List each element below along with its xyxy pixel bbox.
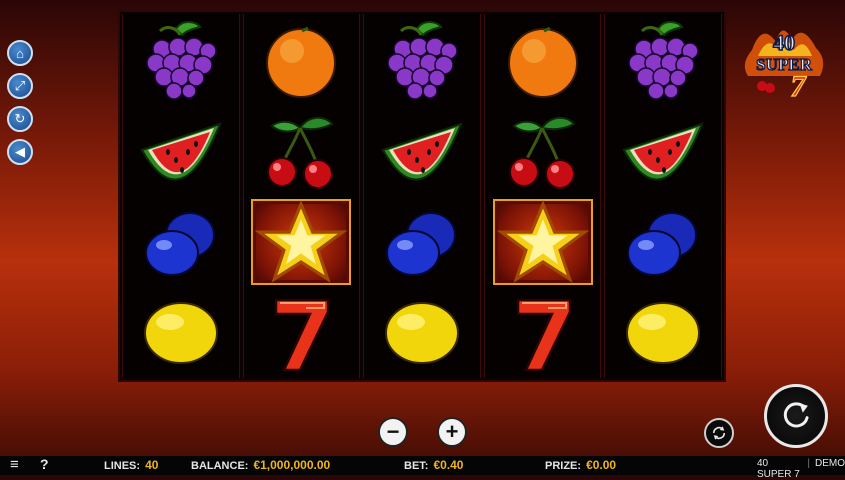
symbol-lemon <box>131 290 231 376</box>
status-bar: ≡ ? LINES: 40 BALANCE: €1,000,000.00 BET… <box>0 456 845 480</box>
fullscreen-icon: ⤢ <box>14 78 26 93</box>
side-menu: ⌂ ⤢ ↻ ◀ <box>7 40 33 165</box>
spin-icon <box>783 402 809 428</box>
reel-grid <box>118 10 726 382</box>
reel-1 <box>122 14 240 378</box>
balance-display: BALANCE: €1,000,000.00 <box>191 458 330 472</box>
symbol-orange <box>251 17 351 103</box>
symbol-grapes <box>372 17 472 103</box>
autoplay-icon <box>712 426 726 440</box>
logo-seven: 7 <box>791 70 807 100</box>
prize-value: €0.00 <box>586 458 617 472</box>
symbol-seven <box>251 290 351 376</box>
home-button[interactable]: ⌂ <box>7 40 33 66</box>
sound-button[interactable]: ◀ <box>7 139 33 165</box>
decrease-bet-button[interactable]: − <box>378 417 408 447</box>
symbol-star <box>251 198 352 285</box>
minus-icon: − <box>386 419 400 444</box>
fullscreen-button[interactable]: ⤢ <box>7 73 33 99</box>
lines-value: 40 <box>145 458 159 472</box>
lines-label: LINES: <box>104 460 141 472</box>
symbol-plum <box>372 199 472 285</box>
symbol-star <box>492 198 593 285</box>
game-mode: DEMO <box>815 458 845 469</box>
symbol-plum <box>131 199 231 285</box>
symbol-cherries <box>251 108 351 194</box>
symbol-plum <box>613 199 713 285</box>
prize-display: PRIZE: €0.00 <box>545 458 616 472</box>
bet-display: BET: €0.40 <box>404 458 463 472</box>
slot-game: ⌂ ⤢ ↻ ◀ 40 SUPER 7 − + ≡ ? LINES: 40 BAL… <box>0 0 845 480</box>
spin-button[interactable] <box>764 384 828 448</box>
symbol-orange <box>493 17 593 103</box>
symbol-grapes <box>613 17 713 103</box>
refresh-icon: ↻ <box>14 111 26 126</box>
symbol-watermelon <box>372 108 472 194</box>
prize-label: PRIZE: <box>545 460 582 472</box>
autoplay-button[interactable] <box>704 418 734 448</box>
reel-4 <box>483 14 602 378</box>
symbol-lemon <box>372 290 472 376</box>
increase-bet-button[interactable]: + <box>437 417 467 447</box>
bet-label: BET: <box>404 460 429 472</box>
refresh-button[interactable]: ↻ <box>7 106 33 132</box>
symbol-watermelon <box>613 108 713 194</box>
symbol-lemon <box>613 290 713 376</box>
bet-value: €0.40 <box>433 458 464 472</box>
symbol-cherries <box>493 108 593 194</box>
menu-icon[interactable]: ≡ <box>10 456 19 473</box>
logo-number: 40 <box>773 30 795 55</box>
reel-5 <box>604 14 722 378</box>
sound-icon: ◀ <box>15 144 25 159</box>
game-name: 40 SUPER 7 <box>757 458 800 480</box>
symbol-watermelon <box>131 108 231 194</box>
symbol-seven <box>493 290 593 376</box>
reel-3 <box>363 14 481 378</box>
help-icon[interactable]: ? <box>40 456 49 472</box>
plus-icon: + <box>445 419 459 444</box>
balance-label: BALANCE: <box>191 460 249 472</box>
game-info: 40 SUPER 7 | DEMO <box>757 458 845 480</box>
lines-display: LINES: 40 <box>104 458 158 472</box>
game-logo: 40 SUPER 7 <box>732 20 840 104</box>
reel-2 <box>242 14 361 378</box>
home-icon: ⌂ <box>16 45 24 61</box>
balance-value: €1,000,000.00 <box>253 458 331 472</box>
symbol-grapes <box>131 17 231 103</box>
